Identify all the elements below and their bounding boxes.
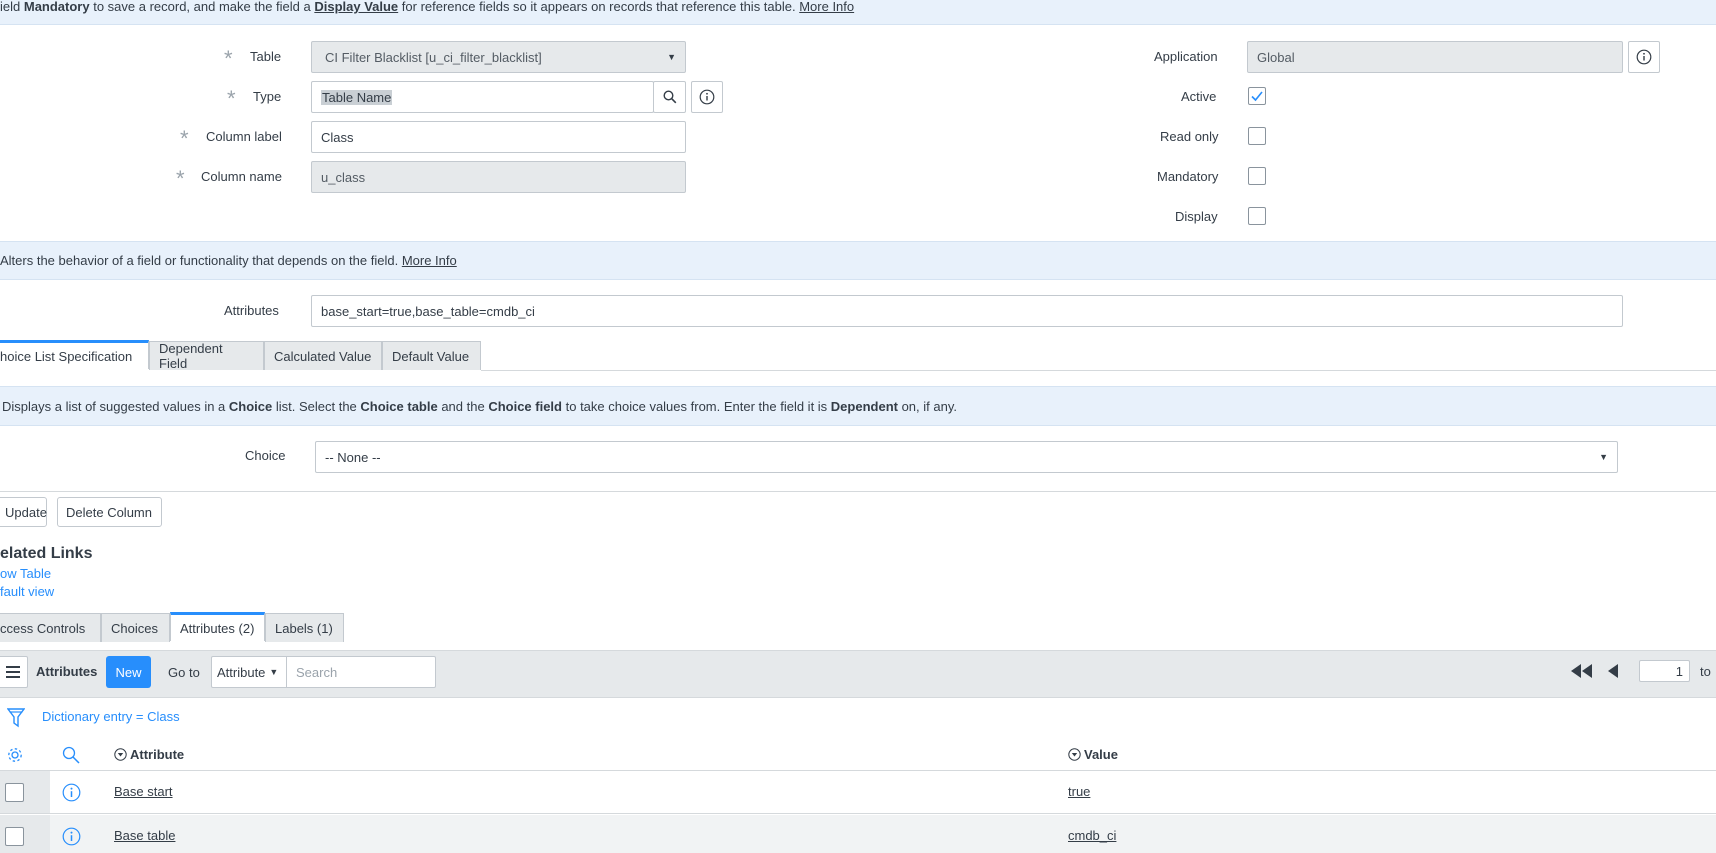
mandatory-indicator: *	[224, 46, 233, 71]
column-name-input[interactable]: u_class	[311, 161, 686, 193]
preview-info-icon[interactable]	[62, 827, 81, 846]
attributes-label: Attributes	[224, 303, 279, 318]
column-label-label: Column label	[206, 129, 282, 144]
attributes-input[interactable]: base_start=true,base_table=cmdb_ci	[311, 295, 1623, 327]
table-label: Table	[250, 49, 282, 64]
info-icon	[699, 89, 715, 105]
attribute-link[interactable]: Base table	[114, 828, 175, 843]
value-link[interactable]: cmdb_ci	[1068, 828, 1116, 843]
table-row: Base start true	[0, 771, 1716, 814]
dropdown-arrow-icon: ▼	[667, 52, 676, 62]
tab-default-value[interactable]: Default Value	[382, 341, 481, 370]
type-label: Type	[253, 89, 282, 104]
column-header-attribute[interactable]: Attribute	[114, 747, 184, 762]
row-checkbox[interactable]	[5, 827, 24, 846]
type-input[interactable]: Table Name	[311, 81, 654, 113]
tab-dependent-field[interactable]: Dependent Field	[149, 341, 264, 371]
table-row: Base table cmdb_ci	[0, 815, 1716, 853]
tab-choice-list-specification[interactable]: hoice List Specification	[0, 340, 149, 369]
mandatory-indicator: *	[176, 166, 185, 191]
application-label: Application	[1154, 49, 1218, 64]
tab-calculated-value[interactable]: Calculated Value	[264, 341, 382, 370]
list-title: Attributes	[36, 664, 98, 679]
filter-breadcrumb[interactable]: Dictionary entry = Class	[42, 709, 180, 724]
form-divider	[0, 491, 1716, 492]
mandatory-checkbox[interactable]	[1248, 167, 1266, 185]
row-checkbox[interactable]	[5, 783, 24, 802]
filter-icon[interactable]	[7, 708, 25, 728]
more-info-link[interactable]: More Info	[402, 253, 457, 268]
new-button[interactable]: New	[106, 656, 151, 688]
info-icon	[1636, 49, 1652, 65]
active-label: Active	[1181, 89, 1217, 104]
attribute-link[interactable]: Base start	[114, 784, 173, 799]
read-only-label: Read only	[1160, 129, 1219, 144]
choice-label: Choice	[245, 448, 286, 463]
table-select[interactable]: CI Filter Blacklist [u_ci_filter_blackli…	[311, 41, 686, 73]
display-checkbox[interactable]	[1248, 207, 1266, 225]
choice-select[interactable]: -- None -- ▼	[315, 441, 1618, 473]
column-label-input[interactable]: Class	[311, 121, 686, 153]
first-page-icon[interactable]	[1571, 664, 1593, 678]
default-view-link[interactable]: fault view	[0, 584, 54, 599]
mandatory-info-banner: ield Mandatory to save a record, and mak…	[0, 0, 1716, 25]
preview-info-icon[interactable]	[62, 783, 81, 802]
more-info-link[interactable]: More Info	[799, 0, 854, 14]
tab-attributes[interactable]: Attributes (2)	[170, 612, 265, 641]
type-lookup-button[interactable]	[653, 81, 686, 113]
list-context-menu-button[interactable]	[0, 656, 28, 688]
column-options-icon	[1068, 748, 1081, 761]
display-label: Display	[1175, 209, 1218, 224]
read-only-checkbox[interactable]	[1248, 127, 1266, 145]
page-number-input[interactable]: 1	[1639, 660, 1690, 682]
related-links-title: elated Links	[0, 545, 93, 562]
goto-label: Go to	[168, 665, 200, 680]
show-table-link[interactable]: ow Table	[0, 566, 51, 581]
previous-page-icon[interactable]	[1608, 664, 1619, 678]
hamburger-menu-icon	[6, 666, 20, 678]
mandatory-indicator: *	[227, 86, 236, 111]
column-options-icon	[114, 748, 127, 761]
attributes-info-banner: Alters the behavior of a field or functi…	[0, 241, 1716, 280]
tab-access-controls[interactable]: ccess Controls	[0, 613, 101, 642]
list-search-input[interactable]: Search	[286, 656, 436, 688]
column-header-value[interactable]: Value	[1068, 747, 1118, 762]
application-input[interactable]: Global	[1247, 41, 1623, 73]
dropdown-arrow-icon: ▼	[269, 667, 279, 677]
active-checkbox[interactable]	[1248, 87, 1266, 105]
mandatory-indicator: *	[180, 126, 189, 151]
search-icon	[662, 90, 676, 104]
tabs-underline	[481, 370, 1716, 371]
dropdown-arrow-icon: ▼	[1599, 452, 1608, 462]
checkmark-icon	[1251, 91, 1263, 102]
tab-labels[interactable]: Labels (1)	[265, 613, 344, 642]
tab-choices[interactable]: Choices	[101, 613, 170, 642]
update-button[interactable]: Update	[0, 497, 47, 527]
page-to-label: to	[1700, 664, 1711, 679]
search-icon[interactable]	[62, 746, 80, 764]
column-name-label: Column name	[201, 169, 282, 184]
goto-field-select[interactable]: Attribute ▼	[211, 656, 287, 688]
gear-icon[interactable]	[6, 746, 24, 764]
delete-column-button[interactable]: Delete Column	[57, 497, 162, 527]
mandatory-label: Mandatory	[1157, 169, 1219, 184]
choice-info-banner: Displays a list of suggested values in a…	[0, 386, 1716, 426]
application-info-button[interactable]	[1628, 41, 1660, 73]
value-link[interactable]: true	[1068, 784, 1090, 799]
type-info-button[interactable]	[691, 81, 723, 113]
